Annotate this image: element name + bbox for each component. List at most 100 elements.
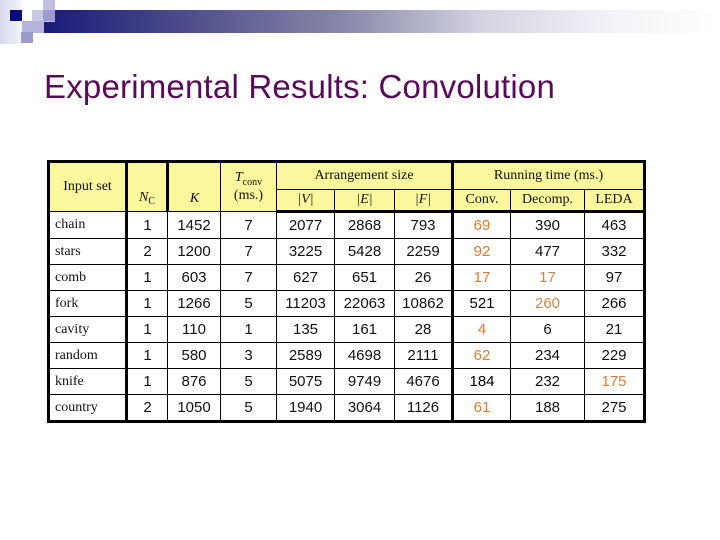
cell-f: 26 (394, 264, 454, 291)
cell-conv: 521 (452, 290, 511, 317)
header-nc-sub: C (148, 196, 155, 207)
cell-tconv: 7 (220, 211, 277, 239)
cell-tconv: 5 (220, 368, 277, 395)
header-tconv-sub: conv (242, 177, 263, 188)
decor-square-navy (10, 10, 22, 21)
slide-title: Experimental Results: Convolution (44, 68, 556, 105)
table-row: random 1 580 3 2589 4698 2111 62 234 229 (48, 342, 645, 369)
cell-decomp: 17 (510, 264, 585, 291)
header-tconv: Tconv (ms.) (220, 161, 277, 212)
cell-decomp: 6 (510, 316, 585, 343)
cell-v: 5075 (276, 368, 335, 395)
table-row: fork 1 1266 5 11203 22063 10862 521 260 266 (48, 290, 645, 317)
cell-e: 5428 (334, 238, 395, 265)
cell-v: 1940 (276, 394, 335, 422)
cell-e: 161 (334, 316, 395, 343)
cell-conv: 184 (452, 368, 511, 395)
cell-conv: 92 (452, 238, 511, 265)
cell-nc: 1 (126, 368, 168, 395)
cell-input-set: fork (48, 290, 128, 317)
cell-v: 11203 (276, 290, 335, 317)
cell-f: 1126 (394, 394, 454, 422)
cell-nc: 1 (126, 290, 168, 317)
cell-nc: 2 (126, 394, 168, 422)
results-table: Input set NC K Tconv (ms.) Arrangement si… (47, 160, 646, 423)
cell-k: 1266 (167, 290, 221, 317)
cell-nc: 1 (126, 342, 168, 369)
cell-v: 2589 (276, 342, 335, 369)
cell-tconv: 5 (220, 290, 277, 317)
cell-v: 135 (276, 316, 335, 343)
cell-input-set: country (48, 394, 128, 422)
cell-decomp: 260 (510, 290, 585, 317)
cell-v: 627 (276, 264, 335, 291)
cell-nc: 1 (126, 264, 168, 291)
table-row: country 2 1050 5 1940 3064 1126 61 188 275 (48, 394, 645, 422)
cell-decomp: 232 (510, 368, 585, 395)
cell-e: 4698 (334, 342, 395, 369)
cell-decomp: 477 (510, 238, 585, 265)
table-row: stars 2 1200 7 3225 5428 2259 92 477 332 (48, 238, 645, 265)
cell-tconv: 3 (220, 342, 277, 369)
cell-k: 603 (167, 264, 221, 291)
cell-f: 793 (394, 211, 454, 239)
cell-e: 651 (334, 264, 395, 291)
cell-leda: 21 (584, 316, 645, 343)
cell-leda: 275 (584, 394, 645, 422)
cell-f: 2259 (394, 238, 454, 265)
cell-input-set: chain (48, 211, 128, 239)
cell-leda: 332 (584, 238, 645, 265)
cell-input-set: knife (48, 368, 128, 395)
cell-e: 2868 (334, 211, 395, 239)
cell-leda: 97 (584, 264, 645, 291)
cell-leda: 266 (584, 290, 645, 317)
cell-k: 876 (167, 368, 221, 395)
cell-f: 10862 (394, 290, 454, 317)
cell-decomp: 234 (510, 342, 585, 369)
cell-k: 1050 (167, 394, 221, 422)
title-gradient-bar (44, 10, 720, 33)
header-row-group: Input set NC K Tconv (ms.) Arrangement si… (48, 161, 645, 212)
header-nc-main: N (138, 190, 149, 205)
cell-f: 4676 (394, 368, 454, 395)
cell-k: 110 (167, 316, 221, 343)
table-row: knife 1 876 5 5075 9749 4676 184 232 175 (48, 368, 645, 395)
cell-v: 2077 (276, 211, 335, 239)
table-row: comb 1 603 7 627 651 26 17 17 97 (48, 264, 645, 291)
cell-input-set: random (48, 342, 128, 369)
header-input-set: Input set (48, 161, 128, 212)
header-tconv-unit: (ms.) (233, 188, 264, 203)
cell-f: 28 (394, 316, 454, 343)
cell-k: 1452 (167, 211, 221, 239)
cell-conv: 17 (452, 264, 511, 291)
header-f: |F| (394, 189, 454, 213)
cell-k: 1200 (167, 238, 221, 265)
decor-square-muted (21, 32, 33, 43)
table-row: cavity 1 110 1 135 161 28 4 6 21 (48, 316, 645, 343)
cell-tconv: 1 (220, 316, 277, 343)
cell-leda: 175 (584, 368, 645, 395)
cell-tconv: 5 (220, 394, 277, 422)
cell-v: 3225 (276, 238, 335, 265)
cell-tconv: 7 (220, 264, 277, 291)
header-leda: LEDA (584, 189, 645, 213)
header-nc: NC (126, 161, 169, 212)
cell-e: 22063 (334, 290, 395, 317)
header-running-time: Running time (ms.) (452, 161, 645, 190)
cell-nc: 2 (126, 238, 168, 265)
header-e: |E| (334, 189, 395, 213)
cell-nc: 1 (126, 211, 168, 239)
cell-conv: 69 (452, 211, 511, 239)
cell-e: 9749 (334, 368, 395, 395)
cell-nc: 1 (126, 316, 168, 343)
cell-input-set: stars (48, 238, 128, 265)
cell-decomp: 188 (510, 394, 585, 422)
header-conv: Conv. (452, 189, 511, 213)
cell-k: 580 (167, 342, 221, 369)
header-tconv-main: T (234, 170, 243, 185)
cell-input-set: comb (48, 264, 128, 291)
cell-e: 3064 (334, 394, 395, 422)
decor-square-medium (43, 10, 55, 21)
cell-leda: 463 (584, 211, 645, 239)
cell-conv: 4 (452, 316, 511, 343)
